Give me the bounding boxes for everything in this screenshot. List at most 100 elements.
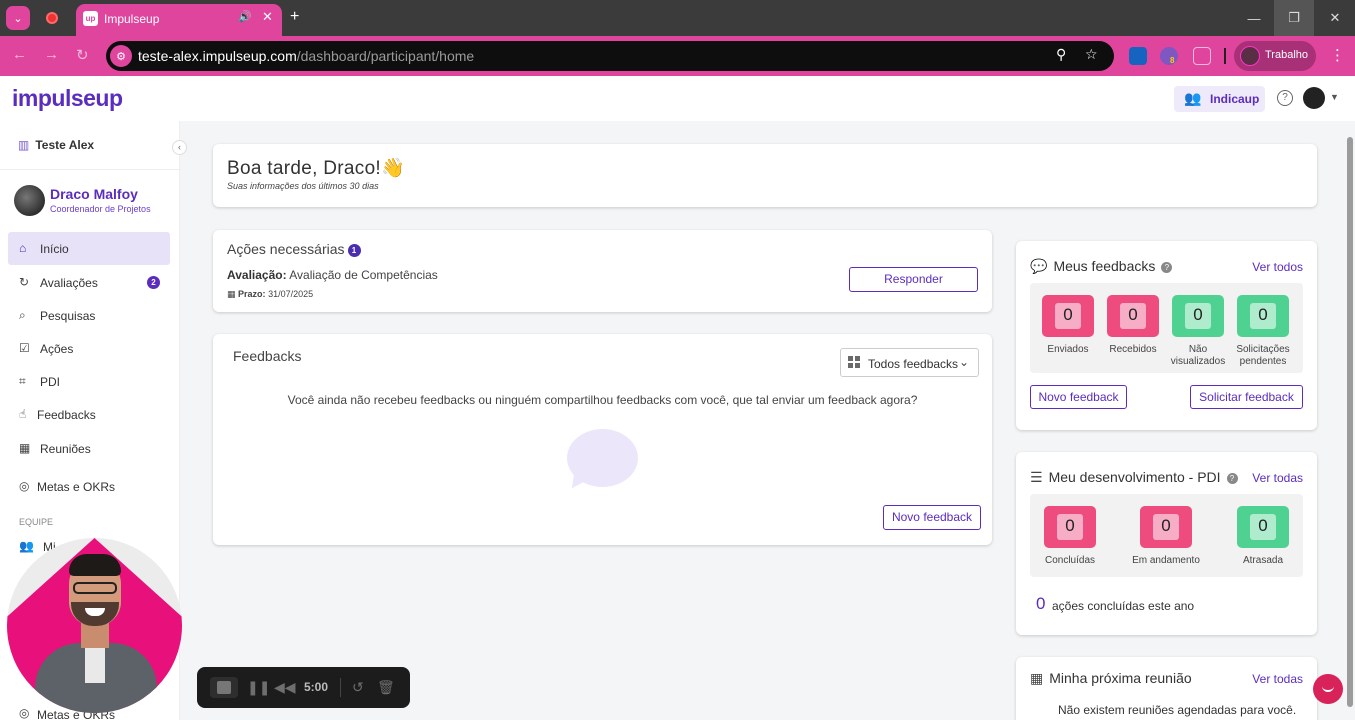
webcam-overlay[interactable] <box>7 538 182 713</box>
stat-tile-em-andamento[interactable]: 0 <box>1140 506 1192 548</box>
sidebar-item-pesquisas[interactable]: ⌕ Pesquisas <box>8 299 170 332</box>
stat-label: Atrasada <box>1242 555 1284 566</box>
stat-tile-concluidas[interactable]: 0 <box>1044 506 1096 548</box>
stat-tile-recebidos[interactable]: 0 <box>1107 295 1159 337</box>
restore-button[interactable]: ❐ <box>1274 0 1314 36</box>
sidebar-item-pdi[interactable]: ⌗ PDI <box>8 365 170 398</box>
chat-launcher-button[interactable] <box>1313 674 1343 704</box>
minimize-button[interactable]: — <box>1234 0 1274 36</box>
stat-label: Em andamento <box>1132 555 1200 566</box>
respond-button[interactable]: Responder <box>849 267 978 292</box>
extension-icon[interactable] <box>1129 47 1147 65</box>
tab-search-button[interactable]: ⌄ <box>6 6 30 30</box>
my-feedbacks-title: 💬 Meus feedbacks? <box>1030 258 1173 275</box>
sidebar-item-metas[interactable]: ◎ Metas e OKRs <box>8 470 170 503</box>
chat-bubble-illustration <box>567 429 638 487</box>
stat-label: Concluídas <box>1044 555 1096 566</box>
comments-icon: 💬 <box>1030 258 1048 274</box>
my-feedbacks-card: 💬 Meus feedbacks? Ver todos 0 Enviados 0 … <box>1016 241 1317 430</box>
help-icon[interactable]: ? <box>1277 90 1293 106</box>
sidebar-collapse-button[interactable]: ‹ <box>172 140 187 155</box>
see-all-link[interactable]: Ver todas <box>1252 471 1303 485</box>
sidebar-item-feedbacks[interactable]: ☝ Feedbacks <box>8 398 170 431</box>
sidebar-item-avaliacoes[interactable]: ↻ Avaliações 2 <box>8 266 170 299</box>
thumbs-up-icon: ☝ <box>19 407 27 421</box>
page-scrollbar[interactable] <box>1345 121 1355 720</box>
new-tab-button[interactable]: + <box>290 8 299 26</box>
caret-down-icon[interactable]: ▼ <box>1330 92 1339 102</box>
address-bar: ← → ↻ ⚙ teste-alex.impulseup.com/dashboa… <box>0 36 1355 76</box>
url-field[interactable]: ⚙ teste-alex.impulseup.com/dashboard/par… <box>106 41 1114 71</box>
logo[interactable]: impulseup <box>12 85 123 112</box>
pdi-stats: 0 Concluídas 0 Em andamento 0 Atrasada <box>1030 494 1303 577</box>
feedback-filter-select[interactable]: Todos feedbacks ⌄ <box>840 348 979 377</box>
stat-label: Não visualizados <box>1170 344 1226 367</box>
count-badge: 1 <box>347 244 361 257</box>
extension-badge-icon[interactable]: 8 <box>1160 47 1178 65</box>
avatar[interactable] <box>14 185 45 216</box>
forward-icon[interactable]: → <box>44 46 59 63</box>
back-icon[interactable]: ← <box>12 46 27 63</box>
webcam-person-shirt <box>85 643 105 683</box>
restart-icon[interactable]: ↺ <box>352 679 364 696</box>
user-name[interactable]: Draco Malfoy <box>50 186 138 202</box>
favicon: up <box>83 11 98 26</box>
zoom-icon[interactable]: ⚲ <box>1056 46 1066 63</box>
tab-impulseup[interactable]: up Impulseup 🔊 ✕ <box>76 4 282 36</box>
stat-tile-nao-visualizados[interactable]: 0 <box>1172 295 1224 337</box>
site-settings-icon[interactable]: ⚙ <box>110 45 132 67</box>
stop-button[interactable] <box>210 677 238 698</box>
see-all-link[interactable]: Ver todas <box>1252 672 1303 686</box>
chevron-down-icon: ⌄ <box>13 12 23 25</box>
empty-message: Você ainda não recebeu feedbacks ou ning… <box>287 393 918 407</box>
close-icon[interactable]: ✕ <box>262 9 273 25</box>
action-item[interactable]: Avaliação: Avaliação de Competências <box>227 268 438 282</box>
deadline: ▦ Prazo: 31/07/2025 <box>227 289 314 299</box>
sidebar-item-inicio[interactable]: ⌂ Início <box>8 232 170 265</box>
reload-icon[interactable]: ↻ <box>76 46 89 64</box>
stat-tile-solicitacoes[interactable]: 0 <box>1237 295 1289 337</box>
browser-tab-bar: ⌄ up Impulseup 🔊 ✕ + — ❐ ✕ <box>0 0 1355 36</box>
profile-button[interactable]: Trabalho <box>1234 41 1316 71</box>
question-icon: ? <box>1226 473 1238 484</box>
year-count-label: ações concluídas este ano <box>1052 599 1195 613</box>
window-close-button[interactable]: ✕ <box>1315 0 1355 36</box>
sidebar-item-label: Metas e OKRs <box>37 480 116 494</box>
building-icon: ▥ <box>18 138 30 152</box>
sidebar-item-reunioes[interactable]: ▦ Reuniões <box>8 432 170 465</box>
extensions-puzzle-icon[interactable] <box>1193 47 1211 65</box>
stat-tile-atrasada[interactable]: 0 <box>1237 506 1289 548</box>
new-feedback-button[interactable]: Novo feedback <box>883 505 981 530</box>
org-name[interactable]: ▥ Teste Alex <box>18 138 94 152</box>
rewind-icon[interactable]: ◀◀ <box>274 679 296 696</box>
stop-icon <box>217 681 231 694</box>
checklist-icon: ☑ <box>19 341 30 355</box>
sidebar-item-acoes[interactable]: ☑ Ações <box>8 332 170 365</box>
chart-icon: ⌗ <box>19 374 26 388</box>
trash-icon[interactable]: 🗑 <box>377 679 395 696</box>
indicaup-button[interactable]: 👥 Indicaup <box>1174 86 1265 112</box>
speaker-icon[interactable]: 🔊 <box>238 10 252 23</box>
recording-tab-button[interactable] <box>40 6 64 30</box>
user-avatar[interactable] <box>1303 87 1325 109</box>
meeting-card: ▦ Minha próxima reunião Ver todas Não exi… <box>1016 657 1317 720</box>
pause-icon[interactable]: ❚❚ <box>247 679 270 696</box>
profile-label: Trabalho <box>1265 49 1309 61</box>
sidebar-item-label: Ações <box>40 342 74 356</box>
see-all-link[interactable]: Ver todos <box>1252 260 1303 274</box>
profile-avatar <box>1240 46 1260 66</box>
calendar-icon: ▦ <box>227 289 236 299</box>
sidebar-item-label: Feedbacks <box>37 408 96 422</box>
scrollbar-thumb[interactable] <box>1347 137 1353 707</box>
toolbar-divider <box>1224 48 1226 64</box>
request-feedback-button[interactable]: Solicitar feedback <box>1190 385 1303 409</box>
stat-tile-enviados[interactable]: 0 <box>1042 295 1094 337</box>
sidebar-item-label: Reuniões <box>40 442 91 456</box>
stat-label: Recebidos <box>1109 344 1157 355</box>
browser-menu-icon[interactable]: ⋮ <box>1330 46 1345 64</box>
app-header: impulseup 👥 Indicaup ? ▼ <box>0 76 1355 121</box>
actions-title: Ações necessárias 1 <box>227 241 361 257</box>
users-icon: 👥 <box>1184 90 1202 106</box>
new-feedback-button[interactable]: Novo feedback <box>1030 385 1127 409</box>
bookmark-star-icon[interactable]: ☆ <box>1085 46 1098 63</box>
